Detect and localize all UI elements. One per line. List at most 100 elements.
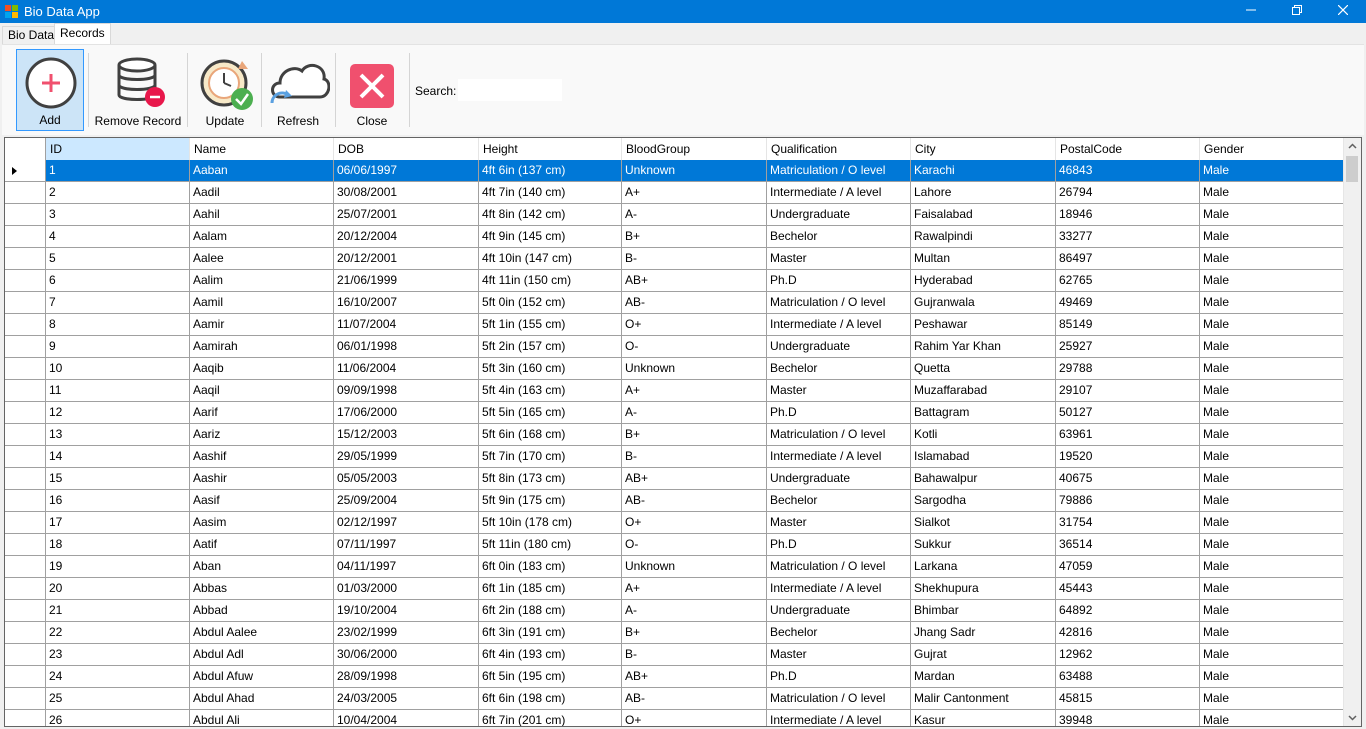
row-header[interactable]: [5, 248, 46, 270]
cell-postalcode[interactable]: 49469: [1056, 292, 1200, 314]
cell-bloodgroup[interactable]: B-: [622, 248, 767, 270]
row-header[interactable]: [5, 556, 46, 578]
cell-city[interactable]: Faisalabad: [911, 204, 1056, 226]
cell-qualification[interactable]: Matriculation / O level: [767, 160, 911, 182]
table-row[interactable]: 25 Abdul Ahad 24/03/2005 6ft 6in (198 cm) AB…: [5, 688, 1345, 710]
cell-city[interactable]: Quetta: [911, 358, 1056, 380]
cell-height[interactable]: 6ft 6in (198 cm): [479, 688, 622, 710]
cell-dob[interactable]: 11/06/2004: [334, 358, 479, 380]
records-grid[interactable]: ID Name DOB Height BloodGroup Qualification Ci…: [4, 137, 1362, 727]
cell-postalcode[interactable]: 36514: [1056, 534, 1200, 556]
cell-city[interactable]: Sargodha: [911, 490, 1056, 512]
maximize-button[interactable]: [1274, 0, 1320, 23]
cell-gender[interactable]: Male: [1200, 622, 1345, 644]
tab-records[interactable]: Records: [54, 23, 111, 45]
row-header[interactable]: [5, 160, 46, 182]
table-row[interactable]: 18 Aatif 07/11/1997 5ft 11in (180 cm) O- Ph.D…: [5, 534, 1345, 556]
cell-bloodgroup[interactable]: AB-: [622, 292, 767, 314]
cell-height[interactable]: 4ft 8in (142 cm): [479, 204, 622, 226]
cell-qualification[interactable]: Bechelor: [767, 226, 911, 248]
column-header-bloodgroup[interactable]: BloodGroup: [622, 138, 767, 160]
cell-id[interactable]: 23: [46, 644, 190, 666]
column-header-city[interactable]: City: [911, 138, 1056, 160]
cell-qualification[interactable]: Matriculation / O level: [767, 688, 911, 710]
table-row[interactable]: 3 Aahil 25/07/2001 4ft 8in (142 cm) A- Underg…: [5, 204, 1345, 226]
row-header[interactable]: [5, 204, 46, 226]
cell-bloodgroup[interactable]: O-: [622, 336, 767, 358]
cell-name[interactable]: Aaqil: [190, 380, 334, 402]
cell-bloodgroup[interactable]: A+: [622, 380, 767, 402]
cell-qualification[interactable]: Undergraduate: [767, 204, 911, 226]
table-row[interactable]: 9 Aamirah 06/01/1998 5ft 2in (157 cm) O- Unde…: [5, 336, 1345, 358]
cell-qualification[interactable]: Matriculation / O level: [767, 556, 911, 578]
table-row[interactable]: 7 Aamil 16/10/2007 5ft 0in (152 cm) AB- Matri…: [5, 292, 1345, 314]
cell-bloodgroup[interactable]: B+: [622, 622, 767, 644]
cell-gender[interactable]: Male: [1200, 688, 1345, 710]
minimize-button[interactable]: [1228, 0, 1274, 23]
cell-dob[interactable]: 20/12/2001: [334, 248, 479, 270]
scroll-up-icon[interactable]: [1344, 138, 1361, 155]
cell-gender[interactable]: Male: [1200, 534, 1345, 556]
cell-qualification[interactable]: Matriculation / O level: [767, 292, 911, 314]
cell-dob[interactable]: 24/03/2005: [334, 688, 479, 710]
cell-dob[interactable]: 15/12/2003: [334, 424, 479, 446]
cell-dob[interactable]: 04/11/1997: [334, 556, 479, 578]
cell-height[interactable]: 4ft 7in (140 cm): [479, 182, 622, 204]
add-button[interactable]: Add: [16, 49, 84, 131]
row-header[interactable]: [5, 644, 46, 666]
cell-qualification[interactable]: Matriculation / O level: [767, 424, 911, 446]
cell-postalcode[interactable]: 46843: [1056, 160, 1200, 182]
cell-city[interactable]: Malir Cantonment: [911, 688, 1056, 710]
cell-id[interactable]: 17: [46, 512, 190, 534]
cell-id[interactable]: 14: [46, 446, 190, 468]
cell-bloodgroup[interactable]: AB+: [622, 270, 767, 292]
cell-bloodgroup[interactable]: O+: [622, 512, 767, 534]
cell-dob[interactable]: 21/06/1999: [334, 270, 479, 292]
cell-postalcode[interactable]: 86497: [1056, 248, 1200, 270]
cell-qualification[interactable]: Undergraduate: [767, 468, 911, 490]
scroll-down-icon[interactable]: [1344, 709, 1361, 726]
cell-height[interactable]: 4ft 11in (150 cm): [479, 270, 622, 292]
cell-height[interactable]: 5ft 7in (170 cm): [479, 446, 622, 468]
cell-gender[interactable]: Male: [1200, 644, 1345, 666]
table-row[interactable]: 21 Abbad 19/10/2004 6ft 2in (188 cm) A- Under…: [5, 600, 1345, 622]
cell-bloodgroup[interactable]: B-: [622, 644, 767, 666]
cell-id[interactable]: 9: [46, 336, 190, 358]
cell-bloodgroup[interactable]: A-: [622, 204, 767, 226]
row-header[interactable]: [5, 292, 46, 314]
cell-name[interactable]: Abbas: [190, 578, 334, 600]
column-header-name[interactable]: Name: [190, 138, 334, 160]
cell-dob[interactable]: 30/06/2000: [334, 644, 479, 666]
cell-id[interactable]: 5: [46, 248, 190, 270]
table-row[interactable]: 23 Abdul Adl 30/06/2000 6ft 4in (193 cm) B- M…: [5, 644, 1345, 666]
row-header[interactable]: [5, 380, 46, 402]
cell-dob[interactable]: 17/06/2000: [334, 402, 479, 424]
cell-height[interactable]: 6ft 7in (201 cm): [479, 710, 622, 726]
cell-name[interactable]: Aadil: [190, 182, 334, 204]
table-row[interactable]: 13 Aariz 15/12/2003 5ft 6in (168 cm) B+ Matri…: [5, 424, 1345, 446]
cell-id[interactable]: 21: [46, 600, 190, 622]
cell-id[interactable]: 15: [46, 468, 190, 490]
cell-height[interactable]: 6ft 0in (183 cm): [479, 556, 622, 578]
cell-city[interactable]: Bahawalpur: [911, 468, 1056, 490]
row-header[interactable]: [5, 578, 46, 600]
cell-name[interactable]: Aalam: [190, 226, 334, 248]
cell-gender[interactable]: Male: [1200, 226, 1345, 248]
cell-name[interactable]: Aalim: [190, 270, 334, 292]
row-header[interactable]: [5, 534, 46, 556]
cell-qualification[interactable]: Master: [767, 248, 911, 270]
cell-qualification[interactable]: Intermediate / A level: [767, 446, 911, 468]
cell-gender[interactable]: Male: [1200, 204, 1345, 226]
cell-city[interactable]: Islamabad: [911, 446, 1056, 468]
cell-gender[interactable]: Male: [1200, 710, 1345, 726]
row-header[interactable]: [5, 226, 46, 248]
cell-city[interactable]: Sialkot: [911, 512, 1056, 534]
cell-qualification[interactable]: Ph.D: [767, 270, 911, 292]
cell-city[interactable]: Peshawar: [911, 314, 1056, 336]
cell-dob[interactable]: 11/07/2004: [334, 314, 479, 336]
cell-postalcode[interactable]: 45815: [1056, 688, 1200, 710]
cell-postalcode[interactable]: 62765: [1056, 270, 1200, 292]
cell-bloodgroup[interactable]: A+: [622, 182, 767, 204]
row-header[interactable]: [5, 468, 46, 490]
cell-gender[interactable]: Male: [1200, 446, 1345, 468]
